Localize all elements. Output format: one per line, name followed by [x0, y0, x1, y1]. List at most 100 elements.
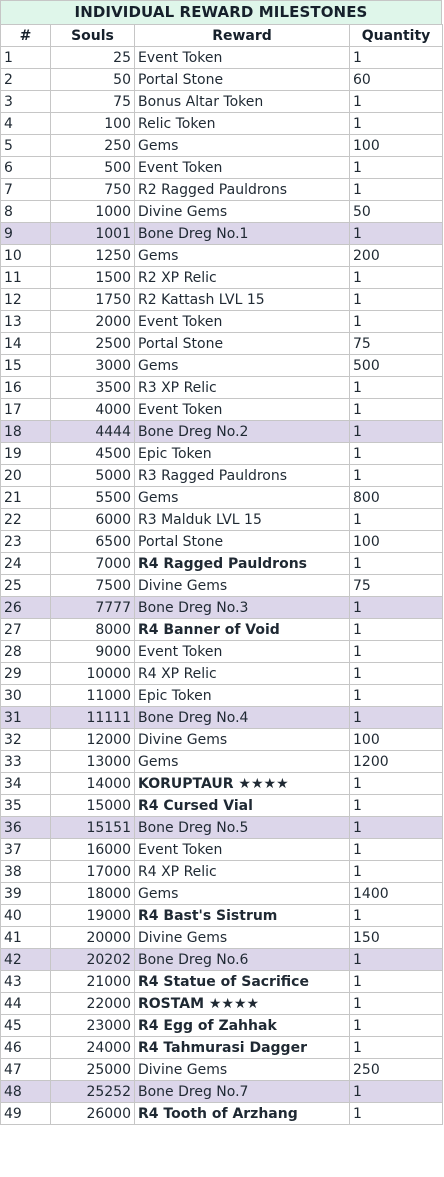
row-number-cell: 33 — [0, 750, 51, 773]
reward-cell: Event Token — [134, 640, 350, 663]
table-row: 27 8000 R4 Banner of Void 1 — [0, 618, 443, 641]
souls-cell: 11111 — [50, 706, 135, 729]
souls-cell: 5500 — [50, 486, 135, 509]
quantity-cell: 75 — [349, 332, 443, 355]
table-row: 34 14000 KORUPTAUR ★★★★ 1 — [0, 772, 443, 795]
souls-cell: 25252 — [50, 1080, 135, 1103]
reward-cell: ROSTAM ★★★★ — [134, 992, 350, 1015]
quantity-cell: 1 — [349, 772, 443, 795]
quantity-cell: 1 — [349, 948, 443, 971]
quantity-cell: 1 — [349, 992, 443, 1015]
souls-cell: 15000 — [50, 794, 135, 817]
reward-cell: R3 Ragged Pauldrons — [134, 464, 350, 487]
reward-cell: Portal Stone — [134, 530, 350, 553]
milestones-sheet: INDIVIDUAL REWARD MILESTONES # Souls Rew… — [0, 0, 443, 1125]
row-number-cell: 48 — [0, 1080, 51, 1103]
table-row: 30 11000 Epic Token 1 — [0, 684, 443, 707]
table-row: 13 2000 Event Token 1 — [0, 310, 443, 333]
row-number-cell: 46 — [0, 1036, 51, 1059]
souls-cell: 24000 — [50, 1036, 135, 1059]
souls-cell: 3000 — [50, 354, 135, 377]
quantity-cell: 1 — [349, 816, 443, 839]
table-row: 17 4000 Event Token 1 — [0, 398, 443, 421]
row-number-cell: 31 — [0, 706, 51, 729]
row-number-cell: 20 — [0, 464, 51, 487]
table-row: 4 100 Relic Token 1 — [0, 112, 443, 135]
souls-cell: 500 — [50, 156, 135, 179]
table-row: 45 23000 R4 Egg of Zahhak 1 — [0, 1014, 443, 1037]
souls-cell: 2000 — [50, 310, 135, 333]
souls-cell: 25 — [50, 46, 135, 69]
row-number-cell: 18 — [0, 420, 51, 443]
reward-cell: Relic Token — [134, 112, 350, 135]
reward-cell: Event Token — [134, 310, 350, 333]
reward-cell: Divine Gems — [134, 926, 350, 949]
quantity-cell: 500 — [349, 354, 443, 377]
table-row: 7 750 R2 Ragged Pauldrons 1 — [0, 178, 443, 201]
quantity-cell: 1 — [349, 46, 443, 69]
souls-cell: 15151 — [50, 816, 135, 839]
header-row: # Souls Reward Quantity — [0, 24, 443, 47]
table-row: 2 50 Portal Stone 60 — [0, 68, 443, 91]
quantity-cell: 75 — [349, 574, 443, 597]
souls-cell: 23000 — [50, 1014, 135, 1037]
souls-cell: 26000 — [50, 1102, 135, 1125]
row-number-cell: 27 — [0, 618, 51, 641]
row-number-cell: 43 — [0, 970, 51, 993]
souls-cell: 14000 — [50, 772, 135, 795]
quantity-cell: 1 — [349, 1102, 443, 1125]
reward-cell: R4 Egg of Zahhak — [134, 1014, 350, 1037]
table-row: 19 4500 Epic Token 1 — [0, 442, 443, 465]
souls-cell: 6500 — [50, 530, 135, 553]
row-number-cell: 16 — [0, 376, 51, 399]
souls-cell: 1001 — [50, 222, 135, 245]
reward-cell: Gems — [134, 486, 350, 509]
reward-cell: Bone Dreg No.3 — [134, 596, 350, 619]
reward-cell: Bone Dreg No.1 — [134, 222, 350, 245]
souls-cell: 17000 — [50, 860, 135, 883]
table-row: 10 1250 Gems 200 — [0, 244, 443, 267]
row-number-cell: 8 — [0, 200, 51, 223]
quantity-cell: 1 — [349, 1014, 443, 1037]
quantity-cell: 1 — [349, 552, 443, 575]
quantity-cell: 1 — [349, 1080, 443, 1103]
table-row: 5 250 Gems 100 — [0, 134, 443, 157]
souls-cell: 75 — [50, 90, 135, 113]
souls-cell: 18000 — [50, 882, 135, 905]
table-row: 35 15000 R4 Cursed Vial 1 — [0, 794, 443, 817]
row-number-cell: 11 — [0, 266, 51, 289]
quantity-cell: 1 — [349, 1036, 443, 1059]
table-row: 31 11111 Bone Dreg No.4 1 — [0, 706, 443, 729]
row-number-cell: 47 — [0, 1058, 51, 1081]
table-row: 44 22000 ROSTAM ★★★★ 1 — [0, 992, 443, 1015]
souls-cell: 9000 — [50, 640, 135, 663]
reward-cell: Divine Gems — [134, 728, 350, 751]
quantity-cell: 1 — [349, 310, 443, 333]
quantity-cell: 1 — [349, 420, 443, 443]
row-number-cell: 42 — [0, 948, 51, 971]
table-row: 29 10000 R4 XP Relic 1 — [0, 662, 443, 685]
row-number-cell: 24 — [0, 552, 51, 575]
row-number-cell: 45 — [0, 1014, 51, 1037]
row-number-cell: 29 — [0, 662, 51, 685]
souls-cell: 7000 — [50, 552, 135, 575]
quantity-cell: 1 — [349, 112, 443, 135]
quantity-cell: 1 — [349, 442, 443, 465]
souls-cell: 6000 — [50, 508, 135, 531]
quantity-cell: 50 — [349, 200, 443, 223]
table-row: 6 500 Event Token 1 — [0, 156, 443, 179]
reward-cell: R2 Ragged Pauldrons — [134, 178, 350, 201]
table-row: 14 2500 Portal Stone 75 — [0, 332, 443, 355]
quantity-cell: 1 — [349, 684, 443, 707]
quantity-cell: 1 — [349, 178, 443, 201]
reward-cell: Bone Dreg No.2 — [134, 420, 350, 443]
row-number-cell: 32 — [0, 728, 51, 751]
souls-cell: 10000 — [50, 662, 135, 685]
reward-cell: Bone Dreg No.4 — [134, 706, 350, 729]
row-number-cell: 2 — [0, 68, 51, 91]
row-number-cell: 35 — [0, 794, 51, 817]
souls-cell: 22000 — [50, 992, 135, 1015]
souls-cell: 3500 — [50, 376, 135, 399]
reward-cell: Divine Gems — [134, 574, 350, 597]
quantity-cell: 1 — [349, 508, 443, 531]
